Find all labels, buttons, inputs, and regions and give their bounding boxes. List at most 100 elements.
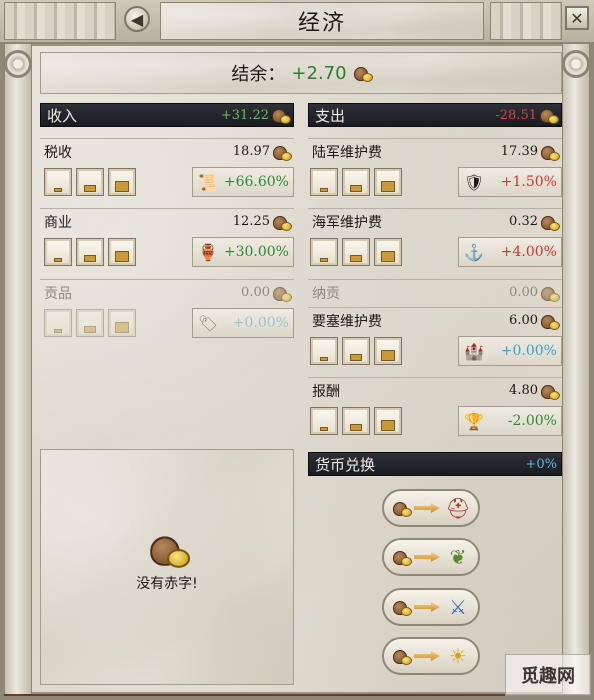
volute-left	[4, 50, 32, 78]
expense-row-tribute: 纳贡 0.00	[308, 279, 562, 305]
coin-bag-icon	[540, 383, 560, 400]
level-high-button[interactable]	[374, 337, 402, 365]
navy-level-buttons	[310, 236, 402, 268]
navy-effect: ⚓ +4.00%	[458, 237, 562, 267]
level-high-button[interactable]	[374, 238, 402, 266]
level-high-button	[108, 309, 136, 337]
level-low-button[interactable]	[44, 168, 72, 196]
close-icon: ✕	[570, 8, 584, 28]
income-row-trade: 商业 12.25	[40, 208, 294, 234]
row-amount: 0.00	[241, 285, 270, 300]
balance-label: 结余：	[231, 64, 286, 85]
expense-row-fort: 要塞维护费 6.00	[308, 307, 562, 333]
page-title: 经济	[297, 11, 346, 36]
income-header: 收入 +31.22	[40, 103, 294, 127]
balance-value: +2.70	[291, 62, 347, 84]
title-plate: 经济	[160, 2, 484, 40]
reward-icon: 🏆	[464, 411, 484, 431]
reward-level-buttons	[310, 405, 402, 437]
coin-bag-icon	[353, 65, 373, 82]
row-amount: 6.00	[509, 313, 538, 328]
tribute-level-buttons	[44, 307, 136, 339]
coin-bag-icon	[392, 599, 412, 616]
coin-bag-icon	[271, 107, 291, 124]
arrow-right-icon	[414, 602, 440, 612]
row-label: 税收	[44, 144, 72, 161]
level-high-button[interactable]	[374, 168, 402, 196]
level-mid-button[interactable]	[342, 337, 370, 365]
income-header-label: 收入	[47, 106, 78, 125]
effect-value: +66.60%	[223, 174, 289, 190]
row-amount: 0.00	[509, 285, 538, 300]
row-amount: 12.25	[232, 214, 270, 229]
level-low-button[interactable]	[310, 407, 338, 435]
exchange-laurel-button[interactable]: ❦	[382, 538, 480, 576]
arrow-right-icon	[414, 651, 440, 661]
pillar-left	[4, 44, 32, 694]
coin-bag-icon	[148, 532, 191, 568]
frieze-left	[4, 2, 116, 40]
income-total: +31.22	[220, 107, 269, 123]
effect-value: +0.00%	[232, 315, 289, 331]
trade-level-buttons	[44, 236, 136, 268]
trade-goods-icon: 🏺	[198, 242, 218, 262]
row-label: 报酬	[312, 383, 340, 400]
row-amount: 18.97	[232, 144, 270, 159]
anchor-icon: ⚓	[464, 242, 484, 262]
fort-effect: 🏰 +0.00%	[458, 336, 562, 366]
effect-value: +30.00%	[223, 244, 289, 260]
coin-bag-icon	[540, 144, 560, 161]
level-mid-button[interactable]	[76, 238, 104, 266]
fort-icon: 🏰	[464, 341, 484, 361]
level-high-button[interactable]	[108, 238, 136, 266]
coin-bag-icon	[272, 285, 292, 302]
deficit-box: 没有赤字!	[40, 449, 294, 685]
back-button[interactable]: ◀	[124, 6, 150, 32]
income-row-tribute: 贡品 0.00	[40, 279, 294, 305]
coin-bag-icon	[272, 144, 292, 161]
level-high-button[interactable]	[108, 168, 136, 196]
expense-row-army: 陆军维护费 17.39	[308, 138, 562, 164]
level-low-button[interactable]	[44, 238, 72, 266]
arrow-right-icon	[414, 552, 440, 562]
effect-value: +0.00%	[500, 343, 557, 359]
level-low-button[interactable]	[310, 337, 338, 365]
pillar-right	[562, 44, 590, 694]
soldier-icon: 🛡	[463, 172, 485, 192]
level-mid-button[interactable]	[76, 168, 104, 196]
level-mid-button[interactable]	[342, 238, 370, 266]
sun-icon: ☀	[449, 644, 467, 668]
exchange-helmet-button[interactable]: ⛑	[382, 489, 480, 527]
row-label: 贡品	[44, 285, 72, 302]
level-mid-button[interactable]	[342, 168, 370, 196]
exchange-sun-button[interactable]: ☀	[382, 637, 480, 675]
row-amount: 4.80	[509, 383, 538, 398]
expense-total: -28.51	[495, 107, 537, 123]
level-low-button[interactable]	[310, 238, 338, 266]
title-bar: ◀ 经济 ✕	[0, 0, 594, 44]
exchange-sword-button[interactable]: ⚔	[382, 588, 480, 626]
sword-scroll-icon: ⚔	[449, 595, 467, 619]
exchange-header: 货币兑换 +0%	[308, 452, 562, 476]
coin-bag-icon	[540, 214, 560, 231]
coin-bag-icon	[392, 648, 412, 665]
level-low-button[interactable]	[310, 168, 338, 196]
coin-bag-icon	[392, 500, 412, 517]
arrow-right-icon	[414, 503, 440, 513]
level-mid-button	[76, 309, 104, 337]
level-mid-button[interactable]	[342, 407, 370, 435]
row-label: 纳贡	[312, 285, 340, 302]
tax-scroll-icon: 📜	[198, 172, 218, 192]
row-amount: 0.32	[509, 214, 538, 229]
level-low-button	[44, 309, 72, 337]
reward-effect: 🏆 -2.00%	[458, 406, 562, 436]
row-amount: 17.39	[500, 144, 538, 159]
coin-bag-icon	[540, 313, 560, 330]
close-button[interactable]: ✕	[565, 6, 589, 30]
level-high-button[interactable]	[374, 407, 402, 435]
row-label: 海军维护费	[312, 214, 382, 231]
balance-box: 结余： +2.70	[40, 52, 562, 94]
expense-header-label: 支出	[315, 106, 346, 125]
expense-row-navy: 海军维护费 0.32	[308, 208, 562, 234]
laurel-wreath-icon: ❦	[449, 545, 467, 569]
